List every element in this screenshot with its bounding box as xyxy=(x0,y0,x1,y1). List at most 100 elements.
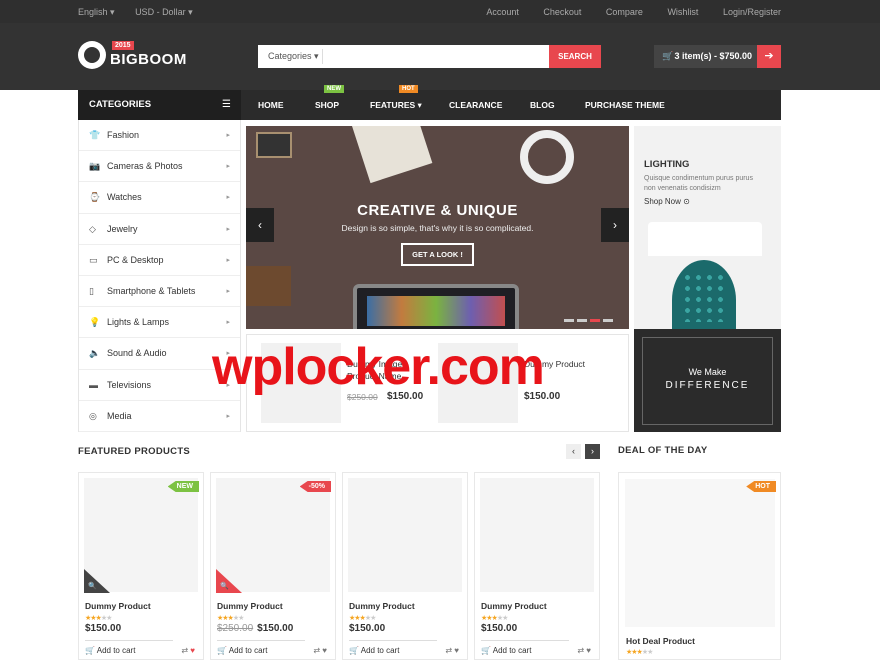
bomb-icon xyxy=(78,41,106,69)
product-card[interactable]: NEW 🔍 Dummy Product ★★★★★ $150.00 🛒 Add to ca… xyxy=(78,472,204,660)
cart-label: 3 item(s) - $750.00 xyxy=(674,51,753,61)
checkout-link[interactable]: Checkout xyxy=(543,7,581,17)
product-name[interactable]: Dummy Product xyxy=(349,601,415,611)
categories-toggle[interactable]: CATEGORIES ☰ xyxy=(78,90,241,120)
nav-features[interactable]: HOT FEATURES ▾ xyxy=(370,85,422,120)
shop-now-link[interactable]: Shop Now ⊙ xyxy=(644,197,690,206)
sidebar-item-jewelry[interactable]: ◇ Jewelry ▸ xyxy=(79,214,240,245)
add-to-cart-button[interactable]: 🛒 Add to cart xyxy=(481,646,531,655)
divider xyxy=(349,640,437,641)
search-category-select[interactable]: Categories ▾ xyxy=(268,51,319,62)
wallet-image xyxy=(246,266,291,306)
wishlist-heart-icon[interactable]: ♥ xyxy=(190,646,195,655)
account-link[interactable]: Account xyxy=(486,7,519,17)
compare-icon[interactable]: ⇄ xyxy=(577,646,584,655)
cart-summary[interactable]: 🛒 3 item(s) - $750.00 xyxy=(654,45,757,68)
slider-dot[interactable] xyxy=(564,319,574,322)
product-actions: ⇄ ♥ xyxy=(181,646,195,655)
sidebar-item-watches[interactable]: ⌚ Watches ▸ xyxy=(79,182,240,214)
nav-blog[interactable]: BLOG xyxy=(530,90,555,120)
cart-go-button[interactable]: ➔ xyxy=(757,45,781,68)
product-name[interactable]: Dummy Product xyxy=(217,601,283,611)
currency-select[interactable]: USD - Dollar ▾ xyxy=(135,7,193,17)
add-to-cart-label: Add to cart xyxy=(360,646,400,655)
compare-icon[interactable]: ⇄ xyxy=(313,646,320,655)
nav-clearance[interactable]: CLEARANCE xyxy=(449,90,502,120)
wishlist-heart-icon[interactable]: ♥ xyxy=(322,646,327,655)
star-empty-icon: ★★ xyxy=(496,615,509,622)
magnifier-icon: 🔍 xyxy=(88,583,97,590)
diamond-icon: ◇ xyxy=(89,223,96,234)
product-price: $150.00 xyxy=(257,623,294,634)
product-card[interactable]: Dummy Product ★★★★★ $150.00 🛒 Add to cart ⇄ … xyxy=(342,472,468,660)
compare-link[interactable]: Compare xyxy=(606,7,643,17)
deal-product-card[interactable]: HOT Hot Deal Product ★★★★★ xyxy=(618,472,781,660)
compare-icon[interactable]: ⇄ xyxy=(445,646,452,655)
lighting-banner[interactable]: LIGHTING Quisque condimentum purus purus… xyxy=(634,126,781,329)
star-empty-icon: ★★ xyxy=(232,615,245,622)
language-select[interactable]: English ▾ xyxy=(78,7,115,17)
camera-icon: 📷 xyxy=(89,161,101,172)
tv-icon: ▬ xyxy=(89,379,98,390)
wishlist-heart-icon[interactable]: ♥ xyxy=(454,646,459,655)
compare-icon[interactable]: ⇄ xyxy=(181,646,188,655)
sidebar-item-cameras[interactable]: 📷 Cameras & Photos ▸ xyxy=(79,151,240,183)
star-empty-icon: ★★ xyxy=(100,615,113,622)
add-to-cart-button[interactable]: 🛒 Add to cart xyxy=(349,646,399,655)
featured-next-button[interactable]: › xyxy=(585,444,600,459)
sidebar-item-label: PC & Desktop xyxy=(107,254,164,265)
wishlist-heart-icon[interactable]: ♥ xyxy=(586,646,591,655)
slider-next-button[interactable]: › xyxy=(601,208,629,242)
new-badge: NEW xyxy=(324,85,344,93)
nav-features-label: FEATURES ▾ xyxy=(370,100,422,110)
sidebar-item-media[interactable]: ◎ Media ▸ xyxy=(79,401,240,432)
chevron-right-icon: ▸ xyxy=(226,163,230,171)
product-card[interactable]: -50% 🔍 Dummy Product ★★★★★ $250.00 $150.00 🛒 A… xyxy=(210,472,336,660)
pendant-lamp-image xyxy=(625,479,775,627)
slider-dot[interactable] xyxy=(603,319,613,322)
search-button[interactable]: SEARCH xyxy=(549,45,601,68)
divider xyxy=(85,640,173,641)
speaker-icon: 🔈 xyxy=(89,348,101,359)
rating-stars: ★★★★★ xyxy=(481,614,509,622)
product-actions: ⇄ ♥ xyxy=(577,646,591,655)
chevron-right-icon: ▸ xyxy=(226,132,230,139)
star-icon: ★★★ xyxy=(626,649,643,656)
product-name[interactable]: Dummy Product xyxy=(481,601,547,611)
difference-banner[interactable]: We Make DIFFERENCE xyxy=(634,329,781,432)
slider-prev-button[interactable]: ‹ xyxy=(246,208,274,242)
featured-prev-button[interactable]: ‹ xyxy=(566,444,581,459)
add-to-cart-button[interactable]: 🛒 Add to cart xyxy=(217,646,267,655)
star-empty-icon: ★★ xyxy=(364,615,377,622)
nav-purchase-theme[interactable]: PURCHASE THEME xyxy=(585,90,665,120)
nav-home[interactable]: HOME xyxy=(258,90,284,120)
logo-year: 2015 xyxy=(112,41,134,50)
slider-dot-active[interactable] xyxy=(590,319,600,322)
deal-product-name[interactable]: Hot Deal Product xyxy=(626,636,695,646)
rating-stars: ★★★★★ xyxy=(349,614,377,622)
login-register-link[interactable]: Login/Register xyxy=(723,7,781,17)
product-price-row: $150.00 xyxy=(481,623,517,634)
slider-dot[interactable] xyxy=(577,319,587,322)
product-name[interactable]: Dummy Product xyxy=(85,601,151,611)
featured-products-title: FEATURED PRODUCTS xyxy=(78,446,191,457)
sidebar-item-smartphone[interactable]: ▯ Smartphone & Tablets ▸ xyxy=(79,276,240,308)
nav-shop[interactable]: NEW SHOP xyxy=(315,85,344,120)
star-icon: ★★★ xyxy=(481,615,498,622)
chevron-right-icon: ▸ xyxy=(226,287,230,295)
get-a-look-button[interactable]: GET A LOOK ! xyxy=(401,243,474,266)
sidebar-item-fashion[interactable]: 👕 Fashion ▸ xyxy=(79,120,240,152)
header: 2015 BIGBOOM Categories ▾ SEARCH 🛒 3 ite… xyxy=(0,23,880,90)
product-card[interactable]: Dummy Product ★★★★★ $150.00 🛒 Add to cart ⇄ … xyxy=(474,472,600,660)
star-icon: ★★★ xyxy=(217,615,234,622)
wishlist-link[interactable]: Wishlist xyxy=(667,7,698,17)
sidebar-item-label: Televisions xyxy=(107,379,152,390)
logo[interactable]: 2015 BIGBOOM xyxy=(78,39,188,73)
laptop-image xyxy=(353,284,519,329)
sidebar-item-pc-desktop[interactable]: ▭ PC & Desktop ▸ xyxy=(79,245,240,276)
product-price: $150.00 xyxy=(481,623,518,634)
sidebar-item-lights[interactable]: 💡 Lights & Lamps ▸ xyxy=(79,307,240,339)
add-to-cart-button[interactable]: 🛒 Add to cart xyxy=(85,646,135,655)
divider xyxy=(481,640,569,641)
product-price-row: $150.00 xyxy=(349,623,385,634)
